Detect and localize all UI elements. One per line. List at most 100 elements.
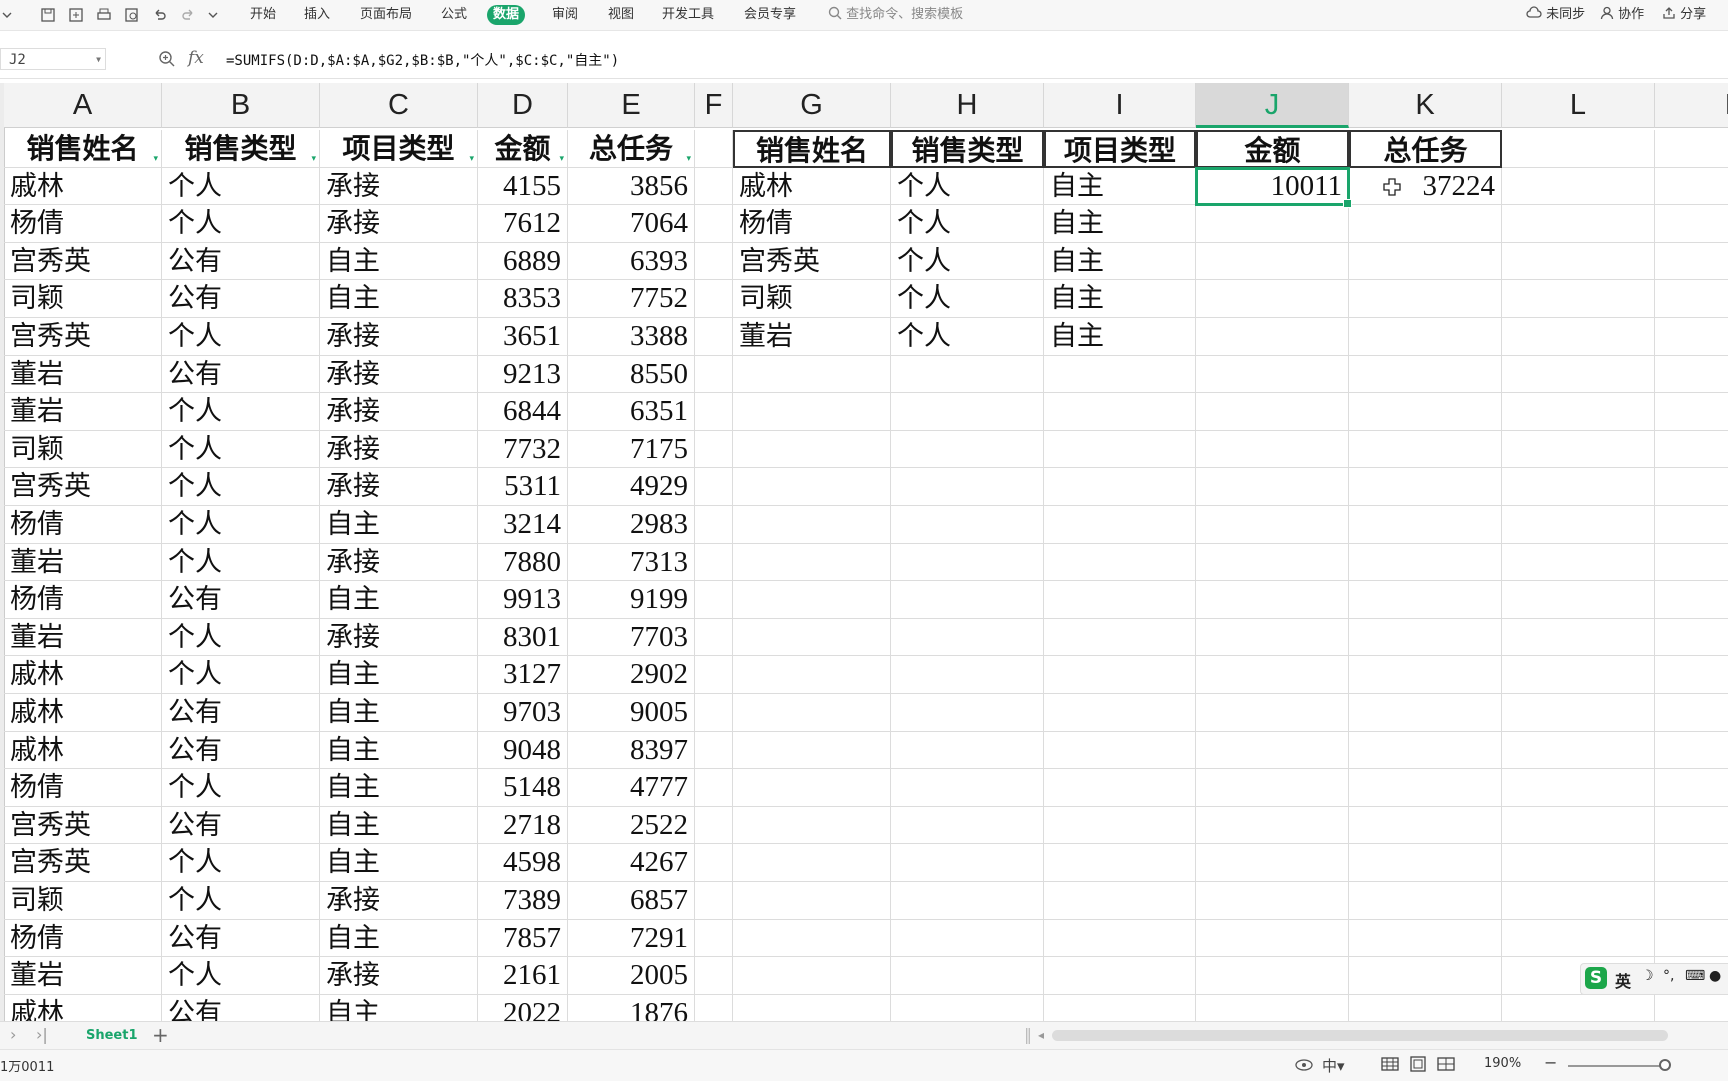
cell[interactable]	[1196, 355, 1349, 394]
cell[interactable]	[1502, 242, 1655, 281]
summary-row-cell[interactable]: 37224	[1349, 167, 1502, 206]
table-row-cell[interactable]: 戚林	[4, 167, 162, 206]
cell[interactable]	[1502, 355, 1655, 394]
table-row-cell[interactable]: 1876	[568, 994, 695, 1021]
table-row-cell[interactable]: 董岩	[4, 543, 162, 582]
cell[interactable]	[1502, 430, 1655, 469]
cell[interactable]	[695, 242, 733, 281]
cell[interactable]	[733, 957, 891, 995]
filter-dropdown-icon[interactable]: ▾	[311, 154, 316, 164]
cell[interactable]	[695, 506, 733, 544]
summary-row-cell[interactable]	[1349, 242, 1502, 281]
cell[interactable]	[733, 731, 891, 770]
name-box-dropdown-icon[interactable]: ▼	[96, 49, 101, 71]
cell[interactable]	[1349, 769, 1502, 807]
table-row-cell[interactable]: 个人	[162, 656, 320, 694]
cell[interactable]	[1196, 393, 1349, 431]
cell[interactable]	[1502, 994, 1655, 1021]
table-row-cell[interactable]: 4267	[568, 844, 695, 882]
column-header-c[interactable]: C	[320, 83, 478, 128]
summary-row-cell[interactable]: 杨倩	[733, 205, 891, 243]
cell[interactable]	[1196, 694, 1349, 732]
cell[interactable]	[1655, 280, 1728, 318]
cell[interactable]	[1044, 355, 1196, 394]
cell[interactable]	[1349, 543, 1502, 582]
cell[interactable]	[1502, 468, 1655, 506]
cell[interactable]	[1502, 656, 1655, 694]
column-header-a[interactable]: A	[4, 83, 162, 128]
cell[interactable]	[1044, 957, 1196, 995]
cell[interactable]	[891, 994, 1044, 1021]
table-row-cell[interactable]: 7612	[478, 205, 568, 243]
cell[interactable]	[733, 468, 891, 506]
cell[interactable]	[1349, 506, 1502, 544]
cell[interactable]	[1196, 430, 1349, 469]
table-row-cell[interactable]: 自主	[320, 280, 478, 318]
cell[interactable]	[733, 355, 891, 394]
table-row-cell[interactable]: 6351	[568, 393, 695, 431]
summary-row-cell[interactable]: 自主	[1044, 280, 1196, 318]
table-row-cell[interactable]: 个人	[162, 957, 320, 995]
cell[interactable]	[1044, 656, 1196, 694]
cell[interactable]	[733, 882, 891, 920]
filter-dropdown-icon[interactable]: ▾	[686, 154, 691, 164]
table-row-cell[interactable]: 公有	[162, 694, 320, 732]
sheet-tab[interactable]: Sheet1	[76, 1025, 148, 1047]
cell[interactable]	[733, 994, 891, 1021]
summary-row-cell[interactable]: 董岩	[733, 318, 891, 356]
table-row-cell[interactable]: 2522	[568, 806, 695, 845]
table-header[interactable]: 项目类型 ▾	[320, 130, 478, 168]
table-header[interactable]: 总任务 ▾	[568, 130, 695, 168]
table-row-cell[interactable]: 自主	[320, 656, 478, 694]
table-row-cell[interactable]: 个人	[162, 506, 320, 544]
table-row-cell[interactable]: 个人	[162, 167, 320, 206]
summary-row-cell[interactable]	[1196, 318, 1349, 356]
cell[interactable]	[733, 844, 891, 882]
cell[interactable]	[1655, 995, 1728, 1021]
cell[interactable]	[695, 618, 733, 657]
menu-view[interactable]: 视图	[602, 5, 640, 25]
summary-header[interactable]: 项目类型	[1044, 130, 1196, 168]
command-search[interactable]: 查找命令、搜索模板	[828, 5, 963, 25]
table-row-cell[interactable]: 杨倩	[4, 769, 162, 807]
cell[interactable]	[1196, 543, 1349, 582]
table-row-cell[interactable]: 承接	[320, 318, 478, 356]
table-row-cell[interactable]: 戚林	[4, 694, 162, 732]
cell[interactable]	[1349, 957, 1502, 995]
cell[interactable]	[1044, 694, 1196, 732]
cell[interactable]	[1196, 506, 1349, 544]
table-row-cell[interactable]: 8397	[568, 731, 695, 770]
column-header-j[interactable]: J	[1196, 83, 1349, 128]
cell[interactable]	[1655, 656, 1728, 694]
menu-data[interactable]: 数据	[487, 5, 526, 25]
cell[interactable]	[891, 543, 1044, 582]
table-header[interactable]: 销售类型 ▾	[162, 130, 320, 168]
table-row-cell[interactable]: 公有	[162, 919, 320, 958]
table-row-cell[interactable]: 4929	[568, 468, 695, 506]
table-row-cell[interactable]: 承接	[320, 205, 478, 243]
table-row-cell[interactable]: 杨倩	[4, 506, 162, 544]
cell[interactable]	[1502, 806, 1655, 845]
table-row-cell[interactable]: 宫秀英	[4, 844, 162, 882]
cell[interactable]	[891, 581, 1044, 619]
table-row-cell[interactable]: 9048	[478, 731, 568, 770]
cell[interactable]	[1502, 318, 1655, 356]
cell[interactable]	[1655, 356, 1728, 394]
table-row-cell[interactable]: 承接	[320, 355, 478, 394]
summary-row-cell[interactable]	[1196, 280, 1349, 318]
menu-developer[interactable]: 开发工具	[656, 5, 720, 25]
page-layout-view-icon[interactable]	[1408, 1055, 1428, 1073]
cell[interactable]	[1196, 882, 1349, 920]
column-header-g[interactable]: G	[733, 83, 891, 128]
summary-row-cell[interactable]: 自主	[1044, 242, 1196, 281]
menu-member[interactable]: 会员专享	[738, 5, 802, 25]
user-icon[interactable]: ●	[1709, 968, 1721, 984]
cell[interactable]	[1044, 618, 1196, 657]
cell[interactable]	[891, 844, 1044, 882]
cell[interactable]	[695, 355, 733, 394]
summary-row-cell[interactable]: 自主	[1044, 318, 1196, 356]
table-row-cell[interactable]: 承接	[320, 957, 478, 995]
table-row-cell[interactable]: 个人	[162, 393, 320, 431]
moon-icon[interactable]: ☽	[1641, 968, 1654, 984]
cell[interactable]	[891, 618, 1044, 657]
